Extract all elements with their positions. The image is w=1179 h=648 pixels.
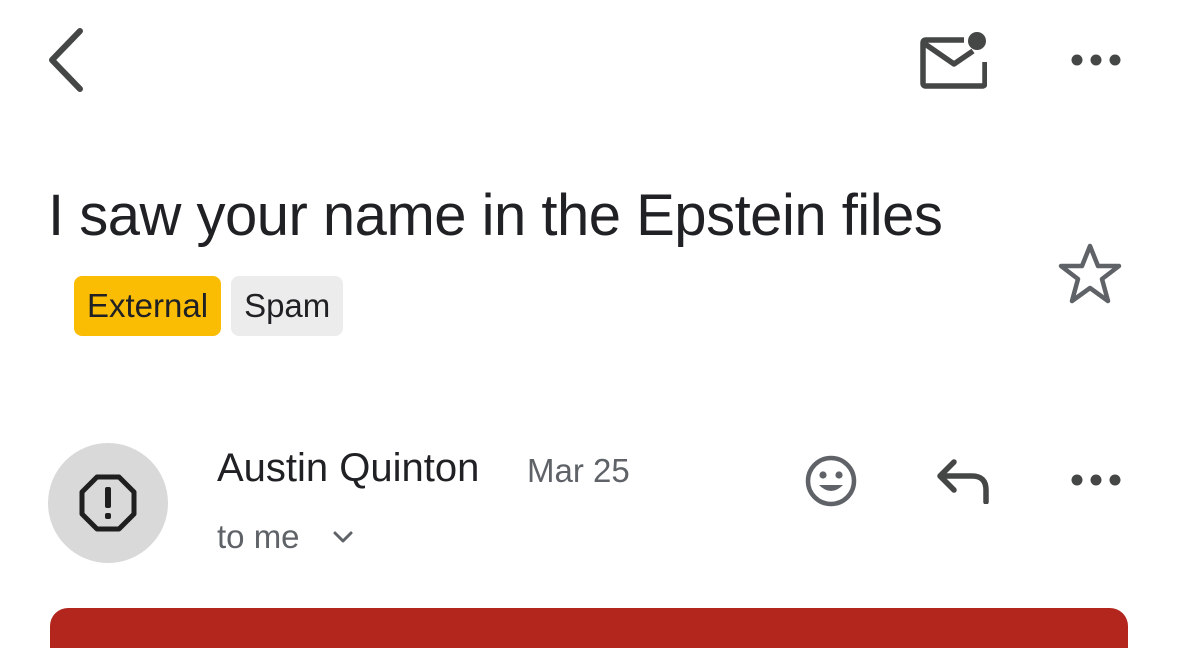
mail-unread-icon (920, 32, 987, 89)
back-button[interactable] (34, 24, 98, 96)
mark-unread-button[interactable] (912, 24, 992, 94)
reply-button[interactable] (928, 446, 998, 516)
sender-avatar[interactable] (48, 443, 168, 563)
star-outline-icon (1058, 243, 1122, 304)
recipient-label: to me (217, 518, 300, 555)
subject-text: I saw your name in the Epstein files (48, 183, 943, 248)
more-horiz-icon (1071, 474, 1121, 486)
label-external[interactable]: External (74, 276, 222, 336)
add-reaction-button[interactable] (796, 446, 866, 516)
recipient-details-toggle[interactable]: to me (217, 518, 354, 556)
chevron-left-icon (49, 28, 83, 92)
more-options-button[interactable] (1058, 30, 1134, 90)
emoji-smile-icon (805, 455, 857, 507)
email-subject: I saw your name in the Epstein files Exte… (48, 168, 1008, 360)
reply-icon (937, 459, 989, 504)
label-spam[interactable]: Spam (231, 276, 344, 336)
more-horiz-icon (1071, 54, 1121, 66)
spam-warning-banner (50, 608, 1128, 648)
message-more-button[interactable] (1058, 450, 1134, 510)
sender-name: Austin Quinton (217, 446, 480, 490)
star-button[interactable] (1050, 236, 1130, 312)
message-date: Mar 25 (527, 452, 630, 489)
chevron-down-icon (332, 530, 354, 544)
warning-octagon-icon (79, 474, 137, 532)
